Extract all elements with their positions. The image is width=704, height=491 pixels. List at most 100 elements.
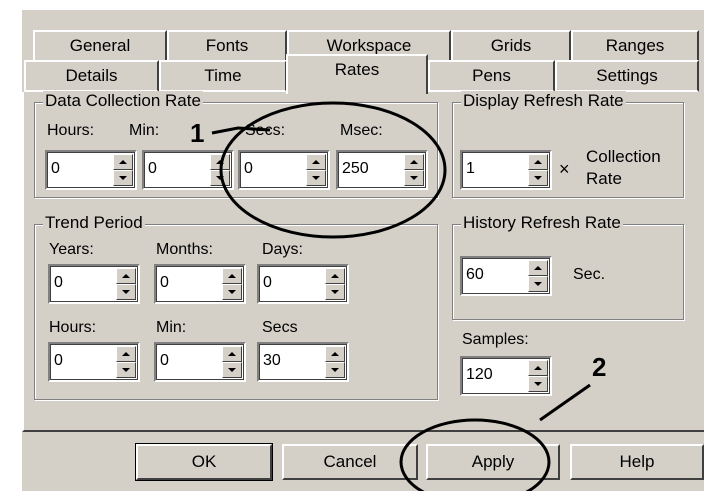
spin-value: 0 [160, 352, 169, 369]
spin-up-button[interactable] [113, 154, 133, 170]
tab-grids[interactable]: Grids [451, 30, 571, 60]
spin-value: 0 [148, 160, 157, 177]
msec-label: Msec: [340, 122, 383, 139]
arrow-up-icon [331, 274, 339, 278]
spin-value: 0 [54, 274, 63, 291]
arrow-up-icon [122, 274, 130, 278]
spin-up-button[interactable] [528, 360, 548, 376]
trend-hours-label: Hours: [49, 319, 97, 336]
apply-button[interactable]: Apply [426, 444, 560, 480]
display-refresh-spin[interactable]: 1 [460, 150, 552, 190]
tab-label: Details [65, 66, 118, 85]
tab-label: Ranges [605, 36, 665, 55]
arrow-up-icon [312, 160, 320, 164]
spin-up-button[interactable] [116, 346, 136, 362]
trend-min-label: Min: [156, 319, 187, 336]
cancel-button[interactable]: Cancel [282, 444, 418, 480]
trend-secs-spin[interactable]: 30 [257, 342, 349, 382]
spin-up-button[interactable] [210, 154, 230, 170]
spin-up-button[interactable] [116, 268, 136, 284]
spin-down-button[interactable] [113, 170, 133, 186]
spin-down-button[interactable] [528, 170, 548, 186]
trend-days-spin[interactable]: 0 [257, 264, 349, 304]
arrow-down-icon [534, 382, 542, 386]
tab-time[interactable]: Time [159, 60, 287, 92]
spin-down-button[interactable] [325, 362, 345, 378]
spin-value: 120 [466, 366, 493, 383]
arrow-down-icon [228, 368, 236, 372]
arrow-down-icon [331, 290, 339, 294]
trend-hours-spin[interactable]: 0 [48, 342, 140, 382]
spin-up-button[interactable] [222, 346, 242, 362]
arrow-up-icon [534, 160, 542, 164]
arrow-up-icon [331, 352, 339, 356]
tab-rates[interactable]: Rates [286, 54, 428, 94]
spin-value: 0 [263, 274, 272, 291]
tab-label: Rates [334, 60, 380, 79]
group-title: Display Refresh Rate [461, 91, 626, 111]
trend-years-spin[interactable]: 0 [48, 264, 140, 304]
spin-value: 0 [160, 274, 169, 291]
spin-down-button[interactable] [528, 276, 548, 292]
spin-down-button[interactable] [222, 284, 242, 300]
tab-fonts[interactable]: Fonts [167, 30, 287, 60]
multiply-icon: × [559, 159, 570, 179]
arrow-down-icon [312, 176, 320, 180]
spin-down-button[interactable] [528, 376, 548, 392]
spin-up-button[interactable] [325, 268, 345, 284]
collection-label: Collection [586, 147, 661, 166]
arrow-down-icon [119, 176, 127, 180]
spin-down-button[interactable] [116, 362, 136, 378]
arrow-down-icon [534, 176, 542, 180]
tab-details[interactable]: Details [24, 60, 159, 92]
tab-label: General [69, 36, 131, 55]
trend-months-spin[interactable]: 0 [154, 264, 246, 304]
arrow-up-icon [534, 366, 542, 370]
spin-value: 0 [54, 352, 63, 369]
samples-spin[interactable]: 120 [460, 356, 552, 396]
spin-up-button[interactable] [404, 154, 424, 170]
collection-min-spin[interactable]: 0 [142, 150, 234, 190]
tab-settings[interactable]: Settings [555, 60, 699, 92]
tab-label: Grids [490, 36, 532, 55]
hours-label: Hours: [47, 122, 95, 139]
arrow-down-icon [534, 282, 542, 286]
ok-button[interactable]: OK [135, 443, 273, 481]
arrow-down-icon [331, 368, 339, 372]
tab-general[interactable]: General [33, 30, 167, 60]
spin-up-button[interactable] [325, 346, 345, 362]
spin-up-button[interactable] [528, 260, 548, 276]
rate-label: Rate [586, 169, 622, 188]
spin-value: 0 [51, 160, 60, 177]
spin-value: 0 [244, 160, 253, 177]
spin-up-button[interactable] [222, 268, 242, 284]
spin-down-button[interactable] [210, 170, 230, 186]
spin-value: 60 [466, 266, 484, 283]
annotation-number-1: 1 [190, 118, 205, 148]
spin-down-button[interactable] [325, 284, 345, 300]
group-title: History Refresh Rate [461, 213, 623, 233]
tab-label: Settings [596, 66, 658, 85]
collection-secs-spin[interactable]: 0 [238, 150, 330, 190]
spin-down-button[interactable] [222, 362, 242, 378]
spin-down-button[interactable] [306, 170, 326, 186]
arrow-up-icon [534, 266, 542, 270]
history-refresh-spin[interactable]: 60 [460, 256, 552, 296]
years-label: Years: [49, 241, 94, 258]
min-label: Min: [129, 122, 160, 139]
spin-up-button[interactable] [528, 154, 548, 170]
arrow-down-icon [122, 290, 130, 294]
spin-down-button[interactable] [404, 170, 424, 186]
group-title: Trend Period [43, 213, 145, 233]
collection-hours-spin[interactable]: 0 [45, 150, 137, 190]
spin-up-button[interactable] [306, 154, 326, 170]
help-button[interactable]: Help [570, 444, 704, 480]
trend-secs-label: Secs [262, 319, 298, 336]
trend-min-spin[interactable]: 0 [154, 342, 246, 382]
tab-pens[interactable]: Pens [428, 60, 555, 92]
collection-msec-spin[interactable]: 250 [336, 150, 428, 190]
tab-ranges[interactable]: Ranges [571, 30, 699, 60]
tab-label: Pens [472, 66, 511, 85]
tab-label: Workspace [326, 36, 412, 55]
spin-down-button[interactable] [116, 284, 136, 300]
